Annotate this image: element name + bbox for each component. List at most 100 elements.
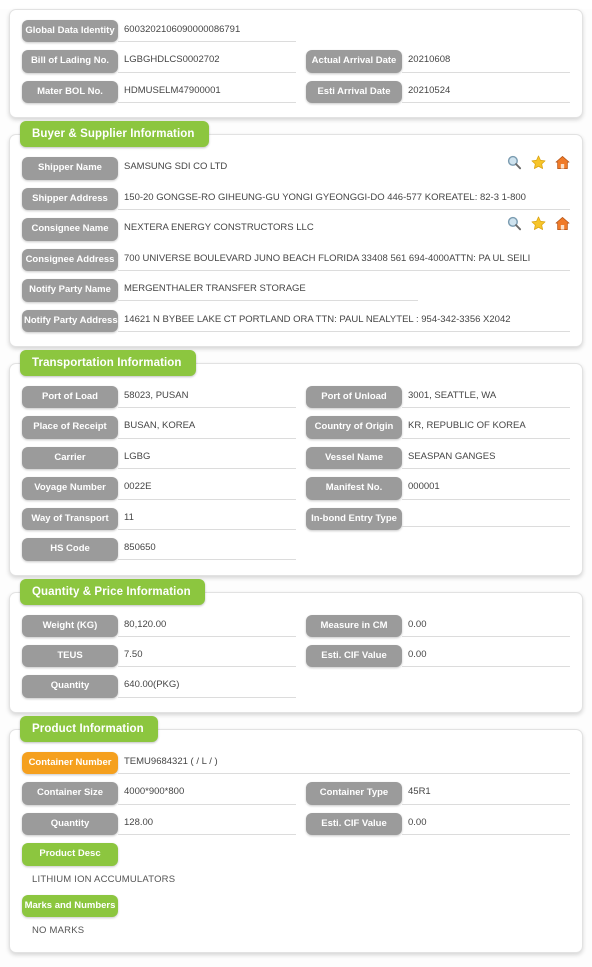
value-hs-code[interactable]: 850650	[118, 540, 296, 561]
value-carrier[interactable]: LGBG	[118, 449, 296, 470]
value-bill-of-lading-no[interactable]: LGBGHDLCS0002702	[118, 52, 296, 73]
field-actual-arrival-date: Actual Arrival Date 20210608	[296, 50, 570, 73]
field-voyage-number: Voyage Number 0022E	[22, 477, 296, 500]
value-product-quantity[interactable]: 128.00	[118, 815, 296, 836]
field-port-of-load: Port of Load 58023, PUSAN	[22, 385, 296, 409]
value-container-size[interactable]: 4000*900*800	[118, 784, 296, 805]
value-weight-kg[interactable]: 80,120.00	[118, 617, 296, 637]
value-product-esti-cif-value[interactable]: 0.00	[402, 815, 570, 836]
table-row: Quantity 640.00(PKG)	[22, 675, 570, 698]
field-esti-cif-value: Esti. CIF Value 0.00	[296, 645, 570, 668]
value-teus[interactable]: 7.50	[118, 647, 296, 668]
table-row: Weight (KG) 80,120.00 Measure in CM 0.00	[22, 614, 570, 637]
label-container-number[interactable]: Container Number	[22, 751, 118, 775]
value-place-of-receipt[interactable]: BUSAN, KOREA	[118, 418, 296, 439]
field-container-type: Container Type 45R1	[296, 782, 570, 805]
value-shipper-name[interactable]: SAMSUNG SDI CO LTD	[118, 159, 499, 178]
value-port-of-load[interactable]: 58023, PUSAN	[118, 388, 296, 409]
value-notify-party-address[interactable]: 14621 N BYBEE LAKE CT PORTLAND ORA TTN: …	[118, 312, 570, 332]
table-row: Shipper Name SAMSUNG SDI CO LTD	[22, 155, 570, 180]
transportation-card: Transportation Information Port of Load …	[9, 349, 583, 576]
label-global-data-identity: Global Data Identity	[22, 20, 118, 43]
label-country-of-origin: Country of Origin	[306, 416, 402, 439]
label-vessel-name: Vessel Name	[306, 446, 402, 470]
star-icon[interactable]	[531, 155, 546, 170]
value-mater-bol-no[interactable]: HDMUSELM47900001	[118, 83, 296, 104]
field-measure-in-cm: Measure in CM 0.00	[296, 614, 570, 637]
quantity-price-card: Quantity & Price Information Weight (KG)…	[9, 578, 583, 713]
value-consignee-address[interactable]: 700 UNIVERSE BOULEVARD JUNO BEACH FLORID…	[118, 251, 570, 271]
value-voyage-number[interactable]: 0022E	[118, 479, 296, 500]
value-actual-arrival-date[interactable]: 20210608	[402, 52, 570, 73]
label-mater-bol-no: Mater BOL No.	[22, 80, 118, 104]
value-measure-in-cm[interactable]: 0.00	[402, 617, 570, 637]
table-row: HS Code 850650	[22, 538, 570, 561]
value-product-desc: LITHIUM ION ACCUMULATORS	[32, 873, 176, 885]
label-in-bond-entry-type: In-bond Entry Type	[306, 507, 402, 531]
section-title-quantity-price: Quantity & Price Information	[20, 578, 205, 605]
field-carrier: Carrier LGBG	[22, 446, 296, 470]
value-marks-and-numbers: NO MARKS	[32, 925, 85, 937]
label-esti-arrival-date: Esti Arrival Date	[306, 80, 402, 104]
label-shipper-name: Shipper Name	[22, 157, 118, 180]
field-global-data-identity: Global Data Identity 6003202106090000086…	[22, 20, 570, 43]
value-way-of-transport[interactable]: 11	[118, 510, 296, 531]
consignee-action-icons	[499, 216, 570, 231]
label-marks-and-numbers[interactable]: Marks and Numbers	[22, 894, 118, 918]
field-product-esti-cif-value: Esti. CIF Value 0.00	[296, 812, 570, 836]
label-notify-party-name: Notify Party Name	[22, 279, 118, 302]
field-manifest-no: Manifest No. 000001	[296, 477, 570, 500]
value-vessel-name[interactable]: SEASPAN GANGES	[402, 449, 570, 470]
table-row: Notify Party Name MERGENTHALER TRANSFER …	[22, 279, 570, 302]
table-row: Container Size 4000*900*800 Container Ty…	[22, 782, 570, 805]
value-in-bond-entry-type[interactable]	[402, 510, 570, 527]
table-row: Mater BOL No. HDMUSELM47900001 Esti Arri…	[22, 80, 570, 104]
field-place-of-receipt: Place of Receipt BUSAN, KOREA	[22, 416, 296, 439]
field-shipper-address: Shipper Address 150-20 GONGSE-RO GIHEUNG…	[22, 187, 570, 211]
value-quantity[interactable]: 640.00(PKG)	[118, 677, 296, 698]
trade-record-page: Global Data Identity 6003202106090000086…	[0, 9, 592, 967]
label-place-of-receipt: Place of Receipt	[22, 416, 118, 439]
identity-card: Global Data Identity 6003202106090000086…	[9, 9, 583, 119]
value-container-number[interactable]: TEMU9684321 ( / L / )	[118, 754, 570, 775]
table-row: Carrier LGBG Vessel Name SEASPAN GANGES	[22, 446, 570, 470]
home-icon[interactable]	[555, 155, 570, 170]
field-mater-bol-no: Mater BOL No. HDMUSELM47900001	[22, 80, 296, 104]
value-global-data-identity[interactable]: 6003202106090000086791	[118, 22, 296, 43]
table-row: TEUS 7.50 Esti. CIF Value 0.00	[22, 645, 570, 668]
value-manifest-no[interactable]: 000001	[402, 479, 570, 500]
field-container-size: Container Size 4000*900*800	[22, 782, 296, 805]
value-esti-arrival-date[interactable]: 20210524	[402, 83, 570, 104]
label-carrier: Carrier	[22, 446, 118, 470]
value-shipper-address[interactable]: 150-20 GONGSE-RO GIHEUNG-GU YONGI GYEONG…	[118, 190, 570, 211]
value-notify-party-name[interactable]: MERGENTHALER TRANSFER STORAGE	[118, 281, 418, 302]
value-esti-cif-value[interactable]: 0.00	[402, 647, 570, 668]
star-icon[interactable]	[531, 216, 546, 231]
label-measure-in-cm: Measure in CM	[306, 614, 402, 637]
label-manifest-no: Manifest No.	[306, 477, 402, 500]
value-country-of-origin[interactable]: KR, REPUBLIC OF KOREA	[402, 418, 570, 439]
value-container-type[interactable]: 45R1	[402, 784, 570, 805]
label-product-quantity: Quantity	[22, 812, 118, 836]
table-row: Global Data Identity 6003202106090000086…	[22, 20, 570, 43]
label-quantity: Quantity	[22, 675, 118, 698]
table-row: Notify Party Address 14621 N BYBEE LAKE …	[22, 309, 570, 332]
field-product-quantity: Quantity 128.00	[22, 812, 296, 836]
field-shipper-name: Shipper Name SAMSUNG SDI CO LTD	[22, 155, 570, 180]
field-bill-of-lading-no: Bill of Lading No. LGBGHDLCS0002702	[22, 50, 296, 73]
field-quantity: Quantity 640.00(PKG)	[22, 675, 296, 698]
field-container-number: Container Number TEMU9684321 ( / L / )	[22, 751, 570, 775]
table-row: Voyage Number 0022E Manifest No. 000001	[22, 477, 570, 500]
table-row: Quantity 128.00 Esti. CIF Value 0.00	[22, 812, 570, 836]
table-row: Port of Load 58023, PUSAN Port of Unload…	[22, 385, 570, 409]
value-consignee-name[interactable]: NEXTERA ENERGY CONSTRUCTORS LLC	[118, 220, 499, 239]
label-esti-cif-value: Esti. CIF Value	[306, 645, 402, 668]
search-icon[interactable]	[507, 216, 522, 231]
search-icon[interactable]	[507, 155, 522, 170]
label-actual-arrival-date: Actual Arrival Date	[306, 50, 402, 73]
home-icon[interactable]	[555, 216, 570, 231]
label-teus: TEUS	[22, 645, 118, 668]
value-port-of-unload[interactable]: 3001, SEATTLE, WA	[402, 388, 570, 409]
label-product-desc[interactable]: Product Desc	[22, 843, 118, 866]
field-notify-party-name: Notify Party Name MERGENTHALER TRANSFER …	[22, 279, 570, 302]
